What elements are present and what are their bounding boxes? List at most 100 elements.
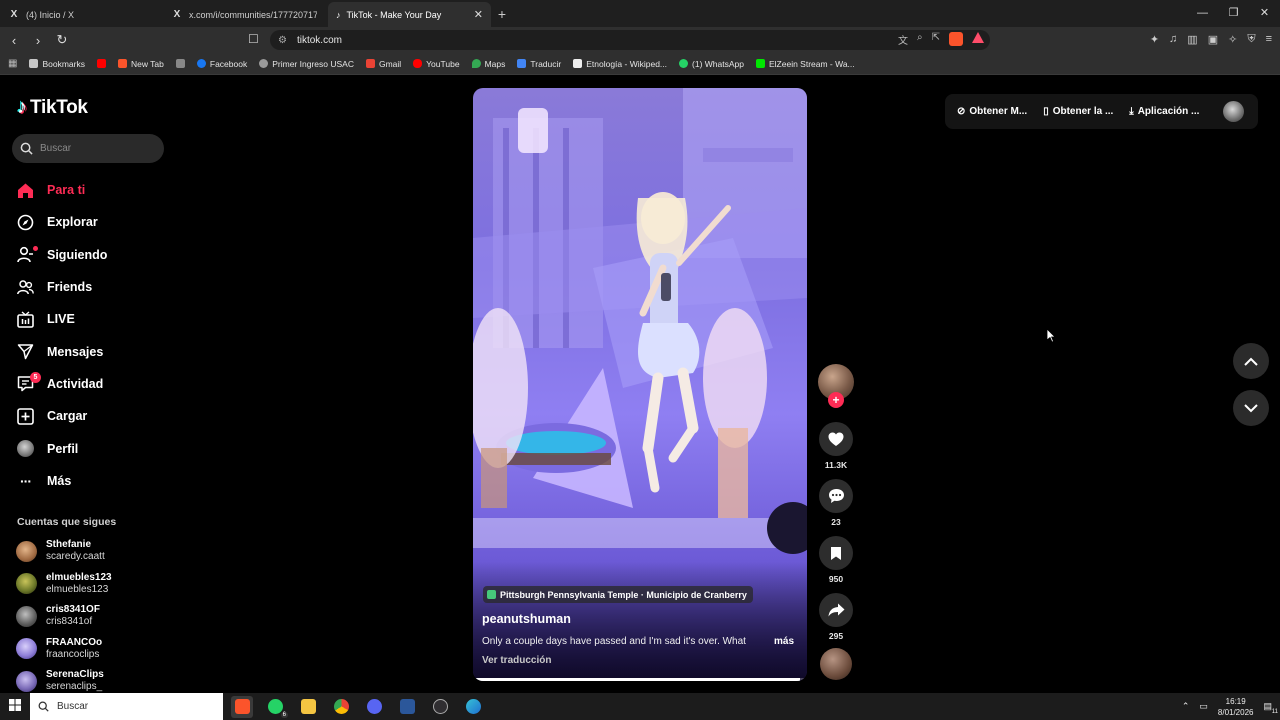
system-tray: ⌃ ▭ 16:19 8/01/2026 ▤ 11 — [1182, 693, 1278, 720]
close-window-button[interactable]: ✕ — [1249, 0, 1280, 27]
next-video-button[interactable] — [1233, 390, 1269, 426]
sidebar-item-actividad[interactable]: 5 Actividad — [17, 368, 107, 400]
browser-tab-0[interactable]: X (4) Inicio / X — [0, 2, 163, 27]
restore-button[interactable]: ❐ — [1218, 0, 1249, 27]
share-action[interactable]: 295 — [818, 593, 854, 642]
extensions-icon[interactable]: ✦ — [1150, 33, 1159, 46]
clock-time: 16:19 — [1225, 696, 1246, 706]
sidebar-item-friends[interactable]: Friends — [17, 271, 107, 303]
browser-tab-2[interactable]: ♪ TikTok - Make Your Day ✕ — [328, 2, 491, 27]
vpn-icon[interactable]: ⛨ — [1247, 33, 1255, 46]
bookmark-item[interactable]: YouTube — [413, 59, 460, 69]
coin-icon: ⊘ — [957, 106, 966, 117]
address-bar[interactable]: ⚙ tiktok.com 文 ⌕ ⇱ — [270, 30, 990, 50]
back-icon[interactable]: ‹ — [4, 33, 24, 48]
bookmark-item[interactable]: Facebook — [196, 59, 247, 69]
comment-action[interactable]: 23 — [818, 479, 854, 528]
menu-icon[interactable]: ≡ — [1266, 33, 1272, 46]
bookmark-page-icon[interactable]: ☐ — [248, 32, 259, 46]
leo-ai-icon[interactable]: ✧ — [1228, 33, 1237, 46]
location-tag[interactable]: Pittsburgh Pennsylvania Temple · Municip… — [483, 586, 753, 603]
sidebar-item-cargar[interactable]: Cargar — [17, 400, 107, 432]
bookmark-item[interactable]: Traducir — [517, 59, 561, 69]
close-tab-icon[interactable]: ✕ — [474, 8, 483, 21]
windows-start-button[interactable] — [0, 698, 30, 716]
apps-grid-icon[interactable]: ▦ — [8, 58, 17, 69]
browser-tab-1[interactable]: X x.com/i/communities/1777207170431 — [163, 2, 328, 27]
desktop-app-button[interactable]: ⤓ Aplicación ... — [1129, 106, 1199, 117]
media-icon[interactable]: ♫ — [1169, 33, 1177, 46]
see-translation-link[interactable]: Ver traducción — [482, 655, 551, 666]
sidebar-icon[interactable]: ▥ — [1187, 33, 1197, 46]
user-avatar[interactable] — [1223, 101, 1245, 122]
wallet-icon[interactable]: ▣ — [1208, 33, 1218, 46]
following-item[interactable]: cris8341OF cris8341of — [16, 600, 112, 633]
bookmark-item[interactable]: Etnología - Wikiped... — [573, 59, 667, 69]
sidebar-item-mas[interactable]: ··· Más — [17, 465, 107, 497]
brave-rewards-icon[interactable] — [972, 32, 984, 43]
comment-button[interactable] — [819, 479, 853, 513]
video-progress-bar[interactable] — [473, 678, 807, 681]
creator-avatar[interactable]: + — [818, 364, 854, 408]
bookmark-item[interactable]: Primer Ingreso USAC — [259, 59, 354, 69]
bookmark-item[interactable] — [175, 59, 185, 68]
chrome-taskbar-icon[interactable] — [330, 696, 352, 718]
brave-shields-icon[interactable] — [949, 32, 963, 46]
bookmark-item[interactable]: Gmail — [365, 59, 401, 69]
new-tab-button[interactable]: + — [491, 2, 513, 27]
zoom-icon[interactable]: ⌕ — [917, 32, 923, 47]
heart-icon — [828, 432, 844, 446]
tiktok-logo[interactable]: ♪ TikTok — [17, 96, 88, 119]
file-explorer-taskbar-icon[interactable] — [297, 696, 319, 718]
following-item[interactable]: elmuebles123 elmuebles123 — [16, 568, 112, 601]
forward-icon[interactable]: › — [28, 33, 48, 48]
share-icon[interactable]: ⇱ — [932, 32, 940, 47]
bookmark-item[interactable]: Bookmarks — [29, 59, 85, 69]
minimize-button[interactable]: — — [1187, 0, 1218, 27]
notification-icon[interactable]: ▤ 11 — [1263, 701, 1278, 715]
video-player[interactable]: Pittsburgh Pennsylvania Temple · Municip… — [473, 88, 807, 681]
search-input[interactable] — [40, 143, 150, 154]
following-item[interactable]: Sthefanie scaredy.caatt — [16, 535, 112, 568]
discord-taskbar-icon[interactable] — [363, 696, 385, 718]
get-app-button[interactable]: ▯ Obtener la ... — [1043, 106, 1113, 117]
avatar — [16, 605, 37, 627]
sidebar-item-perfil[interactable]: Perfil — [17, 432, 107, 464]
bookmark-item[interactable] — [96, 59, 106, 68]
brave-taskbar-icon[interactable] — [231, 695, 253, 718]
like-button[interactable] — [819, 422, 853, 456]
sidebar-item-mensajes[interactable]: Mensajes — [17, 335, 107, 367]
word-taskbar-icon[interactable] — [396, 696, 418, 718]
get-coins-button[interactable]: ⊘ Obtener M... — [957, 106, 1027, 117]
video-author[interactable]: peanutshuman — [482, 612, 571, 626]
bookmark-item[interactable]: ElZeein Stream - Wa... — [755, 59, 855, 69]
bookmark-item[interactable]: Maps — [471, 59, 505, 69]
network-icon[interactable]: ▭ — [1199, 701, 1208, 712]
whatsapp-taskbar-icon[interactable]: 6 — [264, 696, 288, 718]
obs-taskbar-icon[interactable] — [429, 696, 451, 718]
phone-icon: ▯ — [1043, 106, 1049, 117]
tray-chevron-icon[interactable]: ⌃ — [1182, 701, 1190, 712]
sidebar-item-siguiendo[interactable]: Siguiendo — [17, 239, 107, 271]
site-info-icon[interactable]: ⚙ — [278, 35, 287, 46]
taskbar-clock[interactable]: 16:19 8/01/2026 — [1218, 696, 1254, 718]
sidebar-item-para-ti[interactable]: Para ti — [17, 174, 107, 206]
taskbar-search[interactable]: Buscar — [30, 693, 223, 720]
following-item[interactable]: FRAANCOo fraancoclips — [16, 633, 112, 666]
sidebar-item-explorar[interactable]: Explorar — [17, 206, 107, 238]
music-disc[interactable] — [820, 648, 852, 680]
translate-icon[interactable]: 文 — [898, 32, 908, 47]
like-action[interactable]: 11.3K — [818, 422, 854, 471]
share-button[interactable] — [819, 593, 853, 627]
reload-icon[interactable]: ↻ — [52, 32, 72, 48]
follow-plus-button[interactable]: + — [828, 392, 844, 408]
bookmark-item[interactable]: New Tab — [117, 59, 164, 69]
sidebar-item-live[interactable]: LIVE — [17, 303, 107, 335]
edge-taskbar-icon[interactable] — [462, 696, 484, 718]
search-box[interactable] — [12, 134, 164, 163]
previous-video-button[interactable] — [1233, 343, 1269, 379]
caption-more-button[interactable]: más — [774, 636, 794, 647]
save-button[interactable] — [819, 536, 853, 570]
save-action[interactable]: 950 — [818, 536, 854, 585]
bookmark-item[interactable]: (1) WhatsApp — [679, 59, 744, 69]
